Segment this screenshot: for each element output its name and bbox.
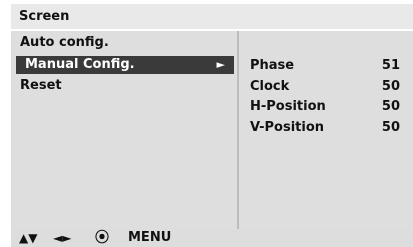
left-right-arrows-icon: ◄► (53, 231, 72, 245)
param-name: H-Position (250, 99, 326, 114)
param-phase[interactable]: Phase 51 (250, 57, 400, 75)
param-name: V-Position (250, 120, 325, 135)
up-down-arrows-icon: ▲▼ (19, 231, 38, 245)
menu-item-label: Auto config. (20, 35, 109, 50)
title-bar: Screen (11, 4, 413, 31)
menu-title: Screen (19, 9, 70, 24)
param-h-position[interactable]: H-Position 50 (250, 98, 400, 116)
menu-item-auto-config[interactable]: Auto config. (20, 34, 109, 52)
param-value: 50 (381, 99, 400, 114)
menu-hint-label: MENU (128, 230, 172, 245)
menu-item-label: Manual Config. (25, 57, 135, 72)
osd-screen-menu: Screen Auto config. Manual Config. ► Res… (0, 0, 413, 247)
param-name: Phase (250, 58, 295, 73)
param-clock[interactable]: Clock 50 (250, 78, 400, 96)
control-hint-bar: ▲▼ ◄► ⦿ MENU (11, 229, 413, 247)
menu-item-reset[interactable]: Reset (20, 77, 62, 95)
param-value: 50 (381, 120, 400, 135)
param-value: 50 (381, 79, 400, 94)
param-name: Clock (250, 79, 290, 94)
param-value: 51 (381, 58, 400, 73)
select-button-icon: ⦿ (95, 230, 109, 246)
menu-item-label: Reset (20, 78, 62, 93)
menu-item-manual-config[interactable]: Manual Config. ► (16, 56, 234, 74)
submenu-arrow-icon: ► (216, 58, 225, 71)
param-v-position[interactable]: V-Position 50 (250, 119, 400, 137)
